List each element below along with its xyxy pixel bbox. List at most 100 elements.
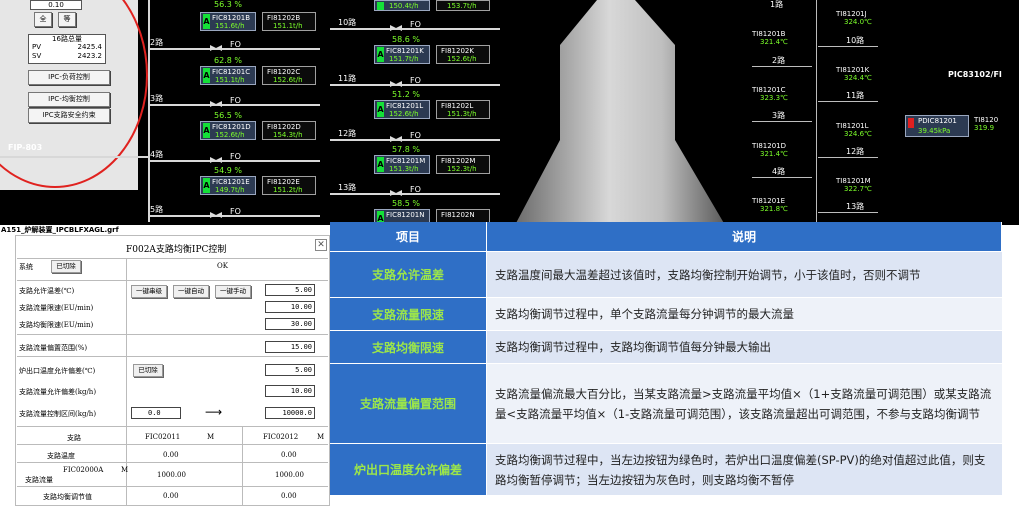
- auto-all-button[interactable]: 一键自动: [173, 285, 209, 298]
- row-desc: 支路均衡调节过程中，单个支路流量每分钟调节的最大流量: [487, 298, 1002, 331]
- fo-label: FO: [230, 152, 241, 161]
- input-allow-temp[interactable]: 5.00: [265, 284, 315, 296]
- row-key: 支路流量限速: [330, 298, 487, 331]
- branch-4-pct: 54.9 %: [214, 166, 242, 175]
- branch-adj-label: 支路均衡调节值: [43, 493, 92, 501]
- branch-adj-v2: 0.00: [281, 492, 297, 500]
- ti-j: TI81201J 324.0℃: [836, 10, 872, 26]
- top-right-no: 1路: [770, 0, 784, 9]
- valve-icon: [386, 187, 406, 197]
- branch-10-no: 10路: [338, 18, 357, 27]
- ti-k-line: [818, 101, 878, 102]
- branch-5-no: 5路: [150, 205, 164, 214]
- pdic-tag: PDIC81201: [918, 117, 957, 125]
- close-icon[interactable]: ✕: [315, 239, 327, 251]
- valve-icon: [206, 154, 226, 164]
- branch-3-pct: 56.5 %: [214, 111, 242, 120]
- row-desc: 支路均衡调节过程中，支路均衡调节值每分钟最大输出: [487, 331, 1002, 364]
- divider: [242, 426, 243, 506]
- input-bias-range[interactable]: 15.00: [265, 341, 315, 353]
- header-desc: 说明: [487, 222, 1002, 252]
- ipc-dialog: F002A支路均衡IPC控制 ✕ 系统 已切除 OK 支路允许温差(℃) 一键串…: [15, 235, 330, 506]
- label-outlet-temp: 炉出口温度允许偏差(℃): [19, 367, 96, 375]
- label-control-range: 支路流量控制区间(kg/h): [19, 410, 97, 418]
- pdic-box[interactable]: PDIC81201 39.45kPa: [905, 115, 969, 137]
- divider: [17, 426, 328, 427]
- header-item: 项目: [330, 222, 487, 252]
- ti-l-line: [818, 157, 878, 158]
- fo-label: FO: [410, 185, 421, 194]
- fi-branch-4: FI81202E 151.2t/h: [262, 176, 316, 195]
- outlet-switch-button[interactable]: 已切除: [133, 364, 163, 377]
- pic-tag: PIC83102/FI: [948, 70, 1002, 79]
- valve-icon: [206, 42, 226, 52]
- ti-d-line: [752, 177, 812, 178]
- fic-branch-11[interactable]: A FIC81201L 152.6t/h: [374, 100, 430, 119]
- pdic-value: 39.45kPa: [918, 127, 951, 135]
- ti-l-no: 12路: [846, 147, 865, 156]
- branch-flow-v1: 1000.00: [157, 471, 186, 479]
- divider: [17, 258, 328, 259]
- fic-branch-4[interactable]: A FIC81201E 149.7t/h: [200, 176, 256, 195]
- system-row: 系统 已切除 OK: [17, 260, 328, 278]
- label-allow-temp: 支路允许温差(℃): [19, 287, 75, 295]
- ti-b: TI81201B 321.4℃: [752, 30, 788, 46]
- branch-flow-label: 支路流量: [25, 476, 53, 484]
- cascade-all-button[interactable]: 一键串级: [131, 285, 167, 298]
- ti-m: TI81201M 322.7℃: [836, 177, 872, 193]
- fic-top[interactable]: A FIC81201B 151.6t/h: [200, 12, 256, 31]
- table-row: 支路流量偏置范围 支路流量偏流最大百分比，当某支路流量>支路流量平均值×（1+支…: [330, 364, 1002, 444]
- ti-m-no: 13路: [846, 202, 865, 211]
- input-flow-dev[interactable]: 10.00: [265, 385, 315, 397]
- divider: [17, 486, 328, 487]
- branch-adj-v1: 0.00: [163, 492, 179, 500]
- ti-b-line: [752, 66, 812, 67]
- fic-branch-3[interactable]: A FIC81201D 152.6t/h: [200, 121, 256, 140]
- col-m1: M: [207, 433, 215, 441]
- row-key: 炉出口温度允许偏差: [330, 444, 487, 496]
- input-range-high[interactable]: 10000.0: [265, 407, 315, 419]
- fic-branch-12[interactable]: A FIC81201M 151.3t/h: [374, 155, 430, 174]
- manual-all-button[interactable]: 一键手动: [215, 285, 251, 298]
- divider: [126, 258, 127, 280]
- input-range-low[interactable]: 0.0: [131, 407, 181, 419]
- fic-branch-2[interactable]: A FIC81201C 151.1t/h: [200, 66, 256, 85]
- fi-branch-3: FI81202D 154.3t/h: [262, 121, 316, 140]
- divider: [17, 462, 328, 463]
- table-row: 支路允许温差 支路温度间最大温差超过该值时，支路均衡控制开始调节，小于该值时，否…: [330, 252, 1002, 298]
- ti-b-no: 2路: [772, 56, 786, 65]
- fo-label: FO: [410, 76, 421, 85]
- fo-label: FO: [410, 131, 421, 140]
- branch-11-no: 11路: [338, 74, 357, 83]
- fi-branch-10: FI81202K 152.6t/h: [436, 45, 490, 64]
- fic-mid-top[interactable]: 150.4t/h: [374, 0, 430, 11]
- valve-icon: [206, 98, 226, 108]
- top-pct: 56.3 %: [214, 0, 242, 9]
- row-desc: 支路流量偏流最大百分比，当某支路流量>支路流量平均值×（1+支路流量可调范围）或…: [487, 364, 1002, 444]
- ti-d: TI81201D 321.4℃: [752, 142, 788, 158]
- header-vertical-line: [148, 0, 150, 222]
- system-status: OK: [217, 262, 228, 270]
- input-flow-rate[interactable]: 10.00: [265, 301, 315, 313]
- branch-flow-tag: FIC02000A: [63, 466, 104, 474]
- fic-branch-10[interactable]: A FIC81201K 151.7t/h: [374, 45, 430, 64]
- input-outlet-temp[interactable]: 5.00: [265, 364, 315, 376]
- ti-j-line: [818, 46, 878, 47]
- col-fic1: FIC02011: [145, 433, 181, 441]
- fi-mid-top: 153.7t/h: [436, 0, 490, 11]
- branch-4-no: 4路: [150, 150, 164, 159]
- branch-2-no: 2路: [150, 38, 164, 47]
- ti-c-no: 3路: [772, 111, 786, 120]
- row-desc: 支路温度间最大温差超过该值时，支路均衡控制开始调节，小于该值时，否则不调节: [487, 252, 1002, 298]
- branch-12-no: 12路: [338, 129, 357, 138]
- input-balance-rate[interactable]: 30.00: [265, 318, 315, 330]
- dialog-title: F002A支路均衡IPC控制: [126, 245, 227, 255]
- parameter-table: 项目 说明 支路允许温差 支路温度间最大温差超过该值时，支路均衡控制开始调节，小…: [330, 222, 1002, 506]
- ti-l: TI81201L 324.6℃: [836, 122, 872, 138]
- range-arrow-icon: ⟶: [205, 405, 223, 419]
- branch-13-pct: 58.5 %: [392, 199, 420, 208]
- tag-fip803: FIP-803: [8, 143, 43, 152]
- system-switch-button[interactable]: 已切除: [51, 260, 81, 273]
- dialog-header: F002A支路均衡IPC控制 ✕: [16, 236, 329, 258]
- ti-d-no: 4路: [772, 167, 786, 176]
